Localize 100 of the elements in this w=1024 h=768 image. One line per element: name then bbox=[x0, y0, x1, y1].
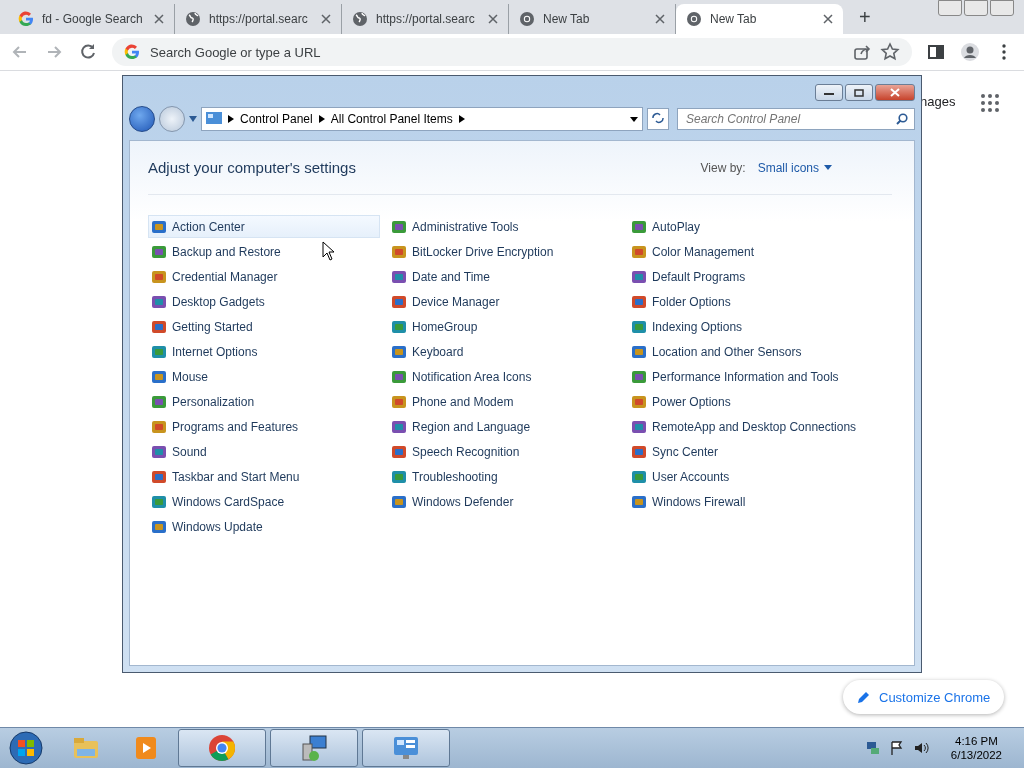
close-icon[interactable] bbox=[488, 14, 498, 24]
settings-link[interactable]: Internet Options bbox=[148, 340, 380, 363]
clock-time[interactable]: 4:16 PM bbox=[955, 735, 998, 747]
settings-link[interactable]: Date and Time bbox=[388, 265, 620, 288]
applet-icon bbox=[151, 493, 167, 510]
star-icon[interactable] bbox=[880, 42, 900, 62]
applet-icon bbox=[151, 293, 167, 310]
chevron-icon[interactable] bbox=[228, 115, 234, 123]
applet-icon bbox=[631, 318, 647, 335]
browser-tab[interactable]: https://portal.searc bbox=[342, 4, 509, 34]
applet-icon bbox=[631, 268, 647, 285]
applet-icon bbox=[631, 443, 647, 460]
settings-link[interactable]: HomeGroup bbox=[388, 315, 620, 338]
browser-tab[interactable]: https://portal.searc bbox=[175, 4, 342, 34]
settings-link[interactable]: Keyboard bbox=[388, 340, 620, 363]
settings-link[interactable]: Troubleshooting bbox=[388, 465, 620, 488]
close-icon[interactable] bbox=[321, 14, 331, 24]
page-heading: Adjust your computer's settings bbox=[148, 159, 357, 176]
settings-link[interactable]: Windows Update bbox=[148, 515, 380, 538]
settings-link[interactable]: Color Management bbox=[628, 240, 860, 263]
settings-link[interactable]: BitLocker Drive Encryption bbox=[388, 240, 620, 263]
applet-icon bbox=[631, 293, 647, 310]
history-dropdown-icon[interactable] bbox=[189, 116, 197, 122]
settings-link[interactable]: Device Manager bbox=[388, 290, 620, 313]
settings-link[interactable]: Programs and Features bbox=[148, 415, 380, 438]
settings-link[interactable]: Credential Manager bbox=[148, 265, 380, 288]
settings-link[interactable]: Windows CardSpace bbox=[148, 490, 380, 513]
speaker-icon[interactable] bbox=[912, 740, 929, 756]
back-button[interactable] bbox=[129, 106, 155, 132]
settings-link[interactable]: Windows Firewall bbox=[628, 490, 860, 513]
settings-link[interactable]: Phone and Modem bbox=[388, 390, 620, 413]
flag-icon[interactable] bbox=[888, 740, 905, 756]
applet-icon bbox=[391, 293, 407, 310]
settings-link[interactable]: Sync Center bbox=[628, 440, 860, 463]
view-by-dropdown[interactable]: Small icons bbox=[757, 160, 832, 175]
settings-link[interactable]: Indexing Options bbox=[628, 315, 860, 338]
customize-chrome-button[interactable]: Customize Chrome bbox=[843, 680, 1005, 714]
close-icon[interactable] bbox=[823, 14, 833, 24]
close-button[interactable] bbox=[875, 84, 915, 101]
settings-link[interactable]: Taskbar and Start Menu bbox=[148, 465, 380, 488]
window-controls-drawing[interactable] bbox=[936, 0, 1014, 16]
refresh-button[interactable] bbox=[647, 108, 669, 130]
search-icon bbox=[896, 113, 908, 125]
chevron-icon[interactable] bbox=[318, 115, 325, 123]
settings-link[interactable]: Location and Other Sensors bbox=[628, 340, 860, 363]
settings-link[interactable]: Folder Options bbox=[628, 290, 860, 313]
browser-tab[interactable]: New Tab bbox=[509, 4, 676, 34]
new-tab-button[interactable]: + bbox=[853, 5, 877, 30]
applet-icon bbox=[391, 268, 407, 285]
settings-link[interactable]: Personalization bbox=[148, 390, 380, 413]
settings-link[interactable]: Getting Started bbox=[148, 315, 380, 338]
reload-icon[interactable] bbox=[78, 42, 98, 62]
chevron-icon[interactable] bbox=[458, 115, 465, 123]
settings-link[interactable]: Mouse bbox=[148, 365, 380, 388]
applet-icon bbox=[151, 393, 167, 410]
apps-grid-icon[interactable] bbox=[980, 93, 1000, 113]
settings-link[interactable]: RemoteApp and Desktop Connections bbox=[628, 415, 860, 438]
settings-link[interactable]: AutoPlay bbox=[628, 215, 860, 238]
settings-link[interactable]: Windows Defender bbox=[388, 490, 620, 513]
profile-icon[interactable] bbox=[960, 42, 980, 62]
close-icon[interactable] bbox=[154, 14, 164, 24]
settings-link[interactable]: Performance Information and Tools bbox=[628, 365, 860, 388]
address-bar[interactable]: Control Panel All Control Panel Items bbox=[201, 107, 643, 131]
address-bar[interactable]: Search Google or type a URL bbox=[112, 38, 912, 66]
breadcrumb-item[interactable]: All Control Panel Items bbox=[330, 112, 453, 126]
search-box[interactable]: Search Control Panel bbox=[677, 108, 915, 130]
applet-icon bbox=[151, 518, 167, 535]
taskbar-button[interactable] bbox=[270, 729, 358, 767]
start-button[interactable] bbox=[8, 730, 44, 766]
applet-icon bbox=[391, 393, 407, 410]
breadcrumb-item[interactable]: Control Panel bbox=[240, 112, 313, 126]
close-icon[interactable] bbox=[655, 14, 665, 24]
taskbar-button[interactable] bbox=[178, 729, 266, 767]
omnibox-input[interactable]: Search Google or type a URL bbox=[148, 43, 844, 61]
maximize-button[interactable] bbox=[845, 84, 873, 101]
settings-link[interactable]: Administrative Tools bbox=[388, 215, 620, 238]
settings-link[interactable]: Action Center bbox=[148, 215, 380, 238]
applet-icon bbox=[631, 393, 647, 410]
settings-link[interactable]: User Accounts bbox=[628, 465, 860, 488]
settings-link[interactable]: Region and Language bbox=[388, 415, 620, 438]
applet-icon bbox=[631, 418, 647, 435]
taskbar-button[interactable] bbox=[362, 729, 450, 767]
applet-icon bbox=[391, 343, 407, 360]
share-icon[interactable] bbox=[852, 42, 872, 62]
settings-link[interactable]: Notification Area Icons bbox=[388, 365, 620, 388]
control-panel-icon bbox=[206, 112, 222, 126]
globe-icon bbox=[185, 11, 201, 27]
applet-icon bbox=[151, 218, 167, 235]
browser-tab[interactable]: New Tab bbox=[676, 4, 843, 34]
browser-tab[interactable]: fd - Google Search bbox=[8, 4, 175, 34]
side-panel-icon[interactable] bbox=[926, 42, 946, 62]
settings-link[interactable]: Desktop Gadgets bbox=[148, 290, 380, 313]
settings-link[interactable]: Speech Recognition bbox=[388, 440, 620, 463]
dropdown-icon[interactable] bbox=[630, 116, 638, 122]
settings-link[interactable]: Default Programs bbox=[628, 265, 860, 288]
settings-link[interactable]: Sound bbox=[148, 440, 380, 463]
clock-date[interactable]: 6/13/2022 bbox=[950, 749, 1002, 761]
minimize-button[interactable] bbox=[815, 84, 843, 101]
network-icon[interactable] bbox=[864, 740, 881, 756]
settings-link[interactable]: Power Options bbox=[628, 390, 860, 413]
